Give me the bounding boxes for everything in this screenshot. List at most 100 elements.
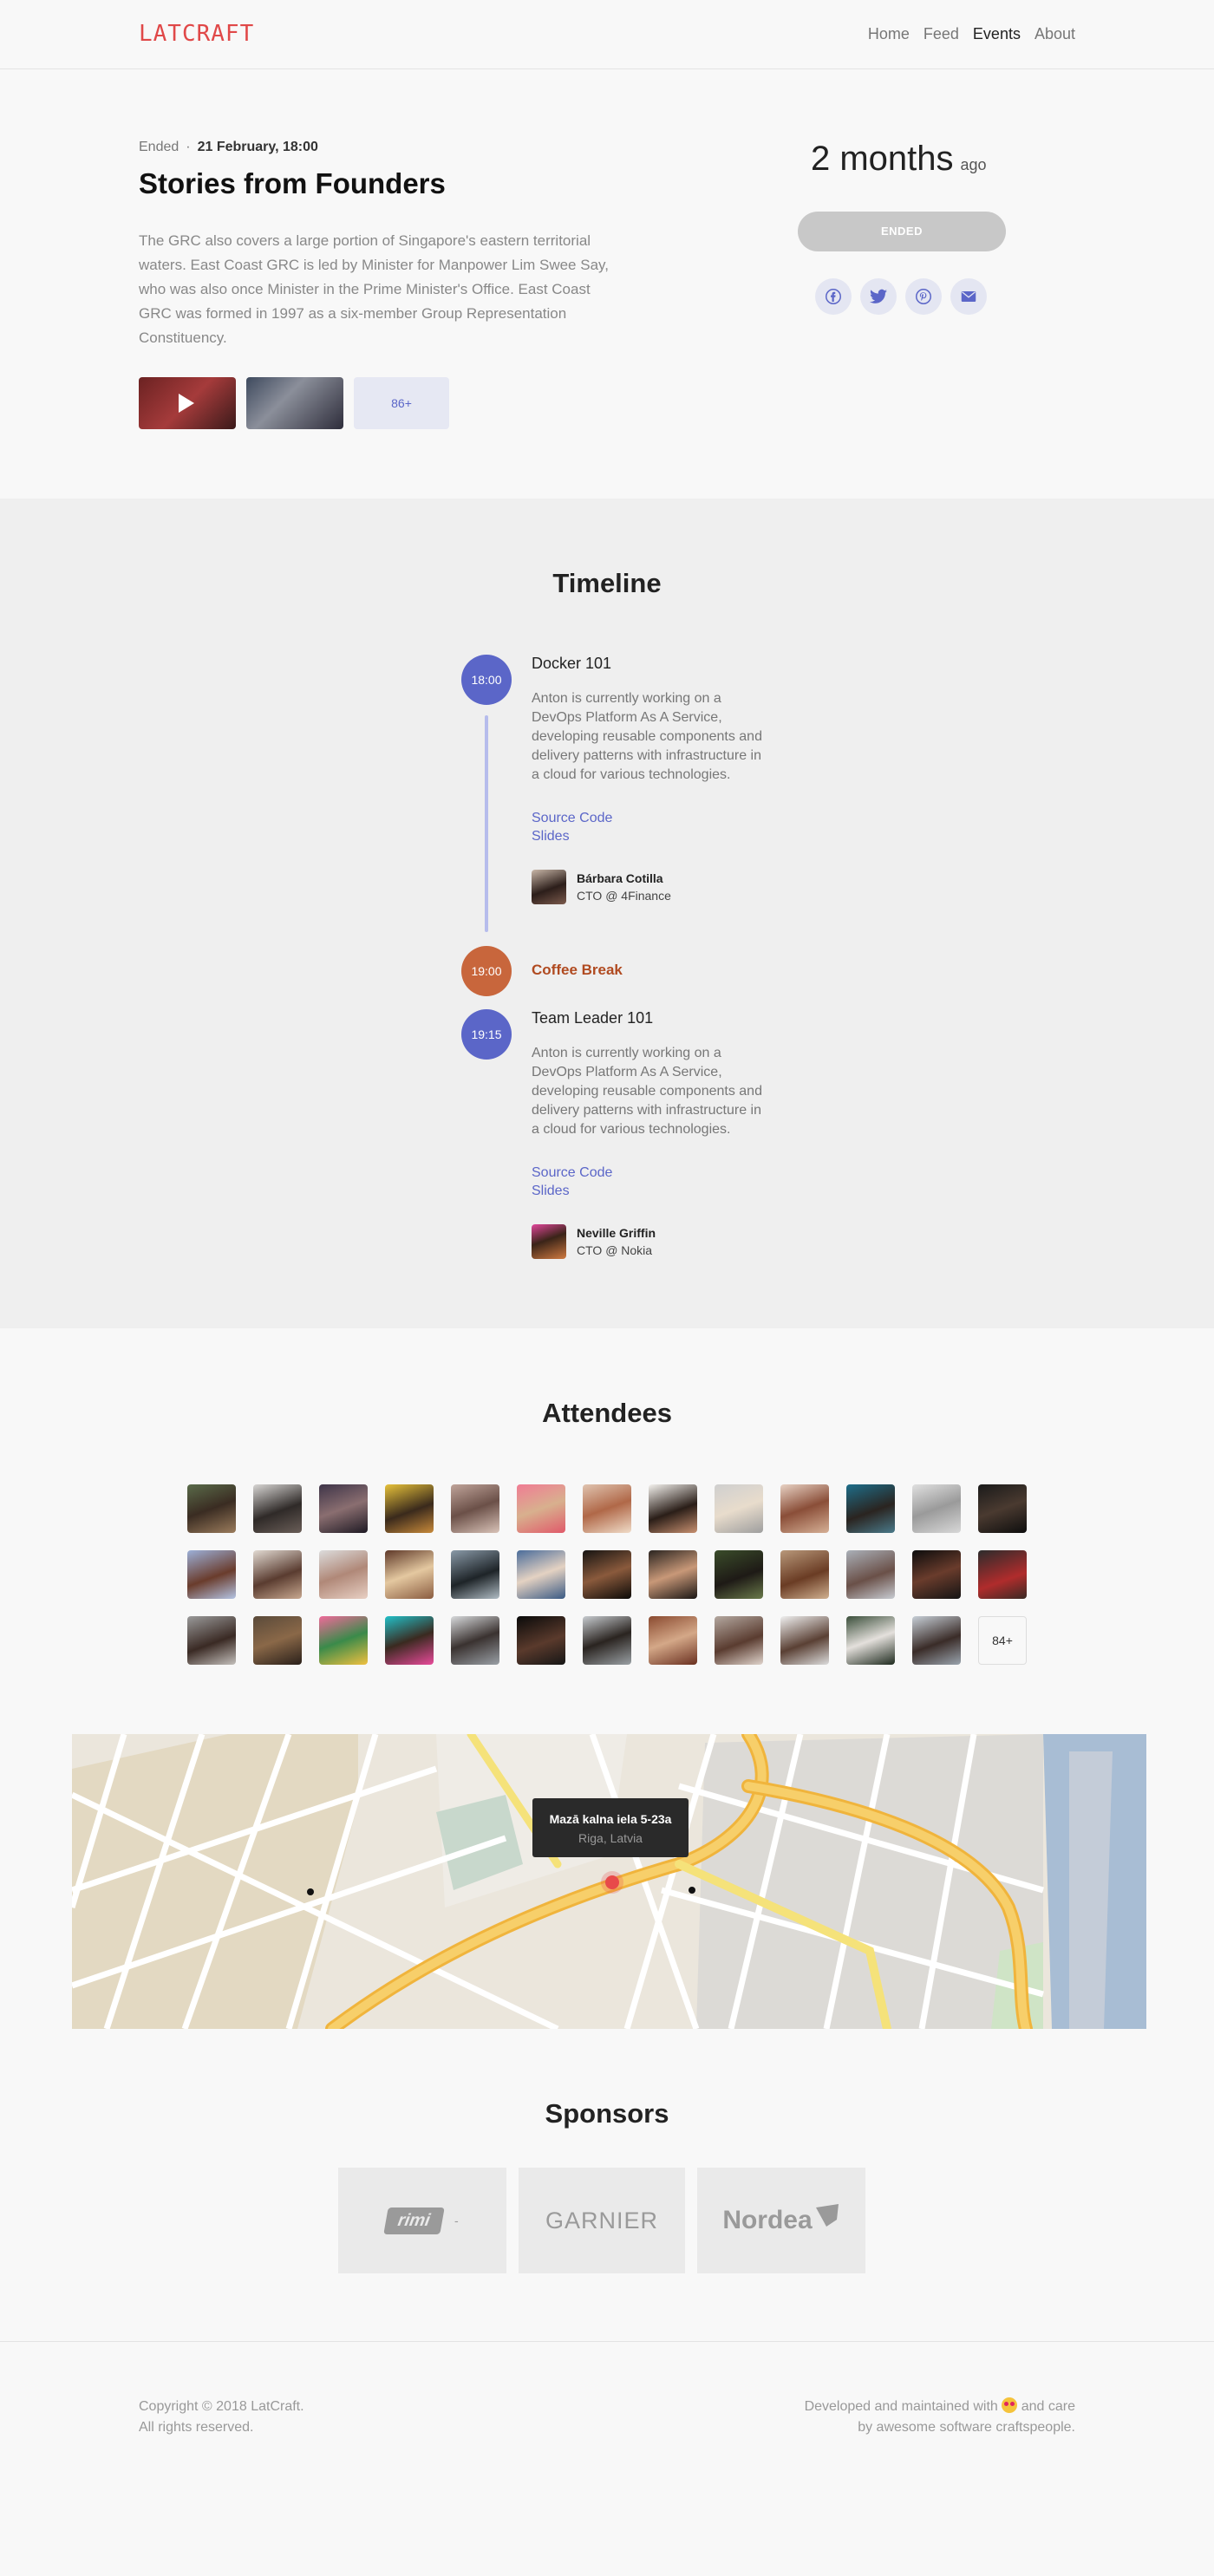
attendee-avatar[interactable] (385, 1616, 434, 1665)
attendee-avatar[interactable] (517, 1550, 565, 1599)
slides-link[interactable]: Slides (532, 1184, 570, 1199)
sponsor-nordea[interactable]: Nordea (697, 2168, 865, 2273)
attendee-avatar[interactable] (451, 1484, 499, 1533)
timeline-item-title: Team Leader 101 (532, 1009, 654, 1027)
dev-credit-end: and care (1021, 2399, 1075, 2414)
attendee-avatar[interactable] (780, 1616, 829, 1665)
attendee-avatar[interactable] (187, 1484, 236, 1533)
attendee-avatar[interactable] (649, 1484, 697, 1533)
attendee-avatar[interactable] (649, 1550, 697, 1599)
email-icon[interactable] (950, 278, 987, 315)
speaker-role: CTO @ Nokia (577, 1243, 653, 1257)
speaker-name[interactable]: Neville Griffin (577, 1226, 656, 1240)
twitter-icon[interactable] (860, 278, 897, 315)
attendee-avatar[interactable] (912, 1616, 961, 1665)
attendee-avatar[interactable] (846, 1484, 895, 1533)
pinterest-icon[interactable] (905, 278, 942, 315)
attendee-avatar[interactable] (583, 1616, 631, 1665)
timeline-time-badge: 19:15 (461, 1009, 512, 1060)
attendee-avatar[interactable] (715, 1484, 763, 1533)
speaker-avatar[interactable] (532, 1224, 566, 1259)
attendees-title: Attendees (542, 1398, 672, 1428)
nordea-sail-icon (815, 2204, 839, 2227)
attendee-avatar[interactable] (780, 1550, 829, 1599)
rights-line: All rights reserved. (139, 2420, 254, 2435)
attendee-avatar[interactable] (583, 1550, 631, 1599)
map-address-tooltip: Mazā kalna iela 5-23a Riga, Latvia (532, 1798, 689, 1857)
attendee-avatar[interactable] (385, 1484, 434, 1533)
timeline-time-badge: 18:00 (461, 655, 512, 705)
facebook-icon[interactable] (815, 278, 852, 315)
attendee-avatar[interactable] (846, 1616, 895, 1665)
copyright-line: Copyright © 2018 LatCraft. (139, 2399, 304, 2414)
speaker-name[interactable]: Bárbara Cotilla (577, 871, 663, 885)
nav-feed[interactable]: Feed (924, 25, 959, 43)
attendee-avatar[interactable] (385, 1550, 434, 1599)
time-ago: 2 months ago (811, 140, 987, 179)
attendee-avatar[interactable] (187, 1550, 236, 1599)
event-hero: Ended · 21 February, 18:00 Stories from Fo… (0, 70, 1214, 499)
heart-eyes-emoji-icon (1002, 2397, 1018, 2413)
time-ago-suffix: ago (960, 156, 987, 173)
more-media-button[interactable]: 86+ (354, 377, 449, 429)
event-title: Stories from Founders (139, 167, 446, 199)
speaker-avatar[interactable] (532, 870, 566, 904)
timeline-connector (485, 715, 488, 932)
nav-events[interactable]: Events (973, 25, 1021, 43)
attendee-avatar[interactable] (715, 1616, 763, 1665)
attendee-avatar[interactable] (319, 1550, 368, 1599)
attendee-avatar[interactable] (583, 1484, 631, 1533)
timeline-section: Timeline 18:00 Docker 101 Anton is curre… (0, 499, 1214, 1328)
attendee-avatar[interactable] (319, 1616, 368, 1665)
developer-credit: Developed and maintained with and care b… (805, 2397, 1075, 2438)
attendee-avatar[interactable] (780, 1484, 829, 1533)
timeline-break-title: Coffee Break (532, 962, 623, 978)
attendee-avatar[interactable] (846, 1550, 895, 1599)
more-attendees-button[interactable]: 84+ (978, 1616, 1027, 1665)
location-map[interactable]: Mazā kalna iela 5-23a Riga, Latvia (72, 1734, 1146, 2029)
site-header: LATCRAFT Home Feed Events About (0, 0, 1214, 69)
attendee-avatar[interactable] (978, 1484, 1027, 1533)
timeline-item-title: Docker 101 (532, 655, 612, 672)
attendee-avatar[interactable] (451, 1550, 499, 1599)
attendee-avatar[interactable] (253, 1550, 302, 1599)
sponsor-rimi[interactable]: rimi - (338, 2168, 506, 2273)
sponsor-garnier[interactable]: GARNIER (519, 2168, 685, 2273)
attendee-avatar[interactable] (253, 1616, 302, 1665)
attendee-avatar[interactable] (451, 1616, 499, 1665)
sponsor-garnier-logo: GARNIER (545, 2207, 659, 2234)
attendee-avatar[interactable] (912, 1550, 961, 1599)
latcraft-logo[interactable]: LATCRAFT (139, 21, 254, 47)
sponsor-list: rimi - GARNIER Nordea (338, 2168, 865, 2273)
map-pin-icon[interactable] (605, 1875, 619, 1889)
source-code-link[interactable]: Source Code (532, 1165, 612, 1181)
timeline-item-description: Anton is currently working on a DevOps P… (532, 1046, 762, 1137)
attendees-section: Attendees 84+ (0, 1328, 1214, 1734)
attendee-avatar[interactable] (715, 1550, 763, 1599)
source-code-link[interactable]: Source Code (532, 811, 612, 826)
sponsors-section: Sponsors rimi - GARNIER Nordea (0, 2029, 1214, 2341)
attendee-avatar[interactable] (912, 1484, 961, 1533)
copyright: Copyright © 2018 LatCraft. All rights re… (139, 2397, 304, 2438)
attendee-avatar[interactable] (319, 1484, 368, 1533)
attendee-avatar[interactable] (517, 1616, 565, 1665)
ended-button[interactable]: ENDED (798, 212, 1006, 251)
nav-home[interactable]: Home (868, 25, 910, 43)
video-thumbnail[interactable] (139, 377, 236, 429)
dev-credit-start: Developed and maintained with (804, 2399, 998, 2414)
attendees-grid: 84+ (187, 1484, 1028, 1665)
sponsors-title: Sponsors (545, 2098, 669, 2129)
attendee-avatar[interactable] (978, 1550, 1027, 1599)
play-icon (179, 394, 194, 413)
event-status: Ended (139, 140, 179, 154)
main-nav: Home Feed Events About (854, 25, 1075, 43)
attendee-avatar[interactable] (253, 1484, 302, 1533)
slides-link[interactable]: Slides (532, 829, 570, 845)
attendee-avatar[interactable] (187, 1616, 236, 1665)
nav-about[interactable]: About (1035, 25, 1075, 43)
speaker-role: CTO @ 4Finance (577, 889, 671, 903)
attendee-avatar[interactable] (649, 1616, 697, 1665)
attendee-avatar[interactable] (517, 1484, 565, 1533)
event-media: 86+ (139, 377, 449, 429)
photo-thumbnail[interactable] (246, 377, 343, 429)
